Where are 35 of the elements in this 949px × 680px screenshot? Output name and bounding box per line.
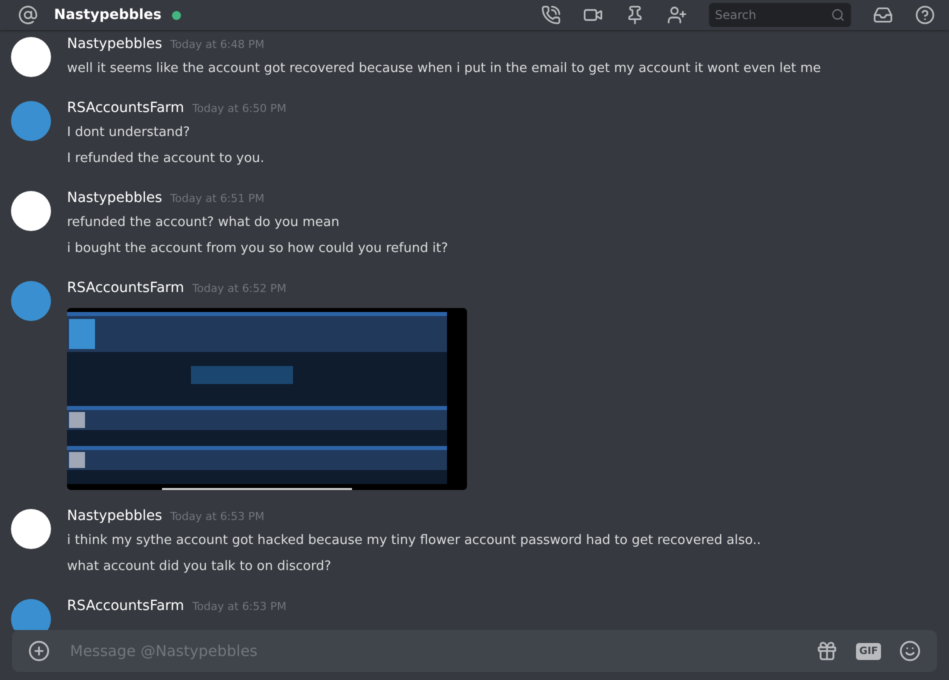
author-name[interactable]: RSAccountsFarm — [67, 100, 184, 116]
add-attachment-button[interactable] — [28, 640, 50, 662]
search-icon — [831, 8, 845, 22]
avatar[interactable] — [11, 191, 51, 231]
message-timestamp: Today at 6:51 PM — [170, 192, 264, 205]
message-text: refunded the account? what do you mean — [67, 214, 340, 232]
forum-screenshot-drawing[interactable] — [67, 308, 467, 490]
search-field[interactable]: Search — [709, 3, 851, 27]
author-name[interactable]: RSAccountsFarm — [67, 598, 184, 614]
author-name[interactable]: Nastypebbles — [67, 36, 162, 52]
message-timestamp: Today at 6:48 PM — [170, 38, 264, 51]
at-sign-icon — [18, 5, 38, 25]
message-text: what account did you talk to on discord? — [67, 558, 332, 576]
avatar[interactable] — [11, 37, 51, 77]
gift-icon[interactable] — [816, 640, 838, 662]
message-text: I refunded the account to you. — [67, 150, 266, 168]
inbox-icon[interactable] — [873, 5, 893, 25]
message-timestamp: Today at 6:53 PM — [192, 600, 286, 613]
phone-call-icon[interactable] — [541, 5, 561, 25]
message-text: i bought the account from you so how could you refund it? — [67, 240, 448, 258]
author-name[interactable]: Nastypebbles — [67, 190, 162, 206]
message-timestamp: Today at 6:53 PM — [170, 510, 264, 523]
add-user-icon[interactable] — [667, 5, 687, 25]
message-timestamp: Today at 6:50 PM — [192, 102, 286, 115]
emoji-icon[interactable] — [899, 640, 921, 662]
channel-title: Nastypebbles — [54, 7, 162, 23]
gif-button[interactable]: GIF — [856, 642, 881, 660]
help-icon[interactable] — [915, 5, 935, 25]
avatar[interactable] — [11, 509, 51, 549]
author-name[interactable]: RSAccountsFarm — [67, 280, 184, 296]
author-name[interactable]: Nastypebbles — [67, 508, 162, 524]
message-timestamp: Today at 6:52 PM — [192, 282, 286, 295]
message-text: I dont understand? — [67, 124, 191, 142]
message-text: well it seems like the account got recovered because when i put in the email to get my account it wont even let me — [67, 60, 821, 78]
message-text: i think my sythe account got hacked because my tiny flower account password had to get recovered also.. — [67, 532, 761, 550]
